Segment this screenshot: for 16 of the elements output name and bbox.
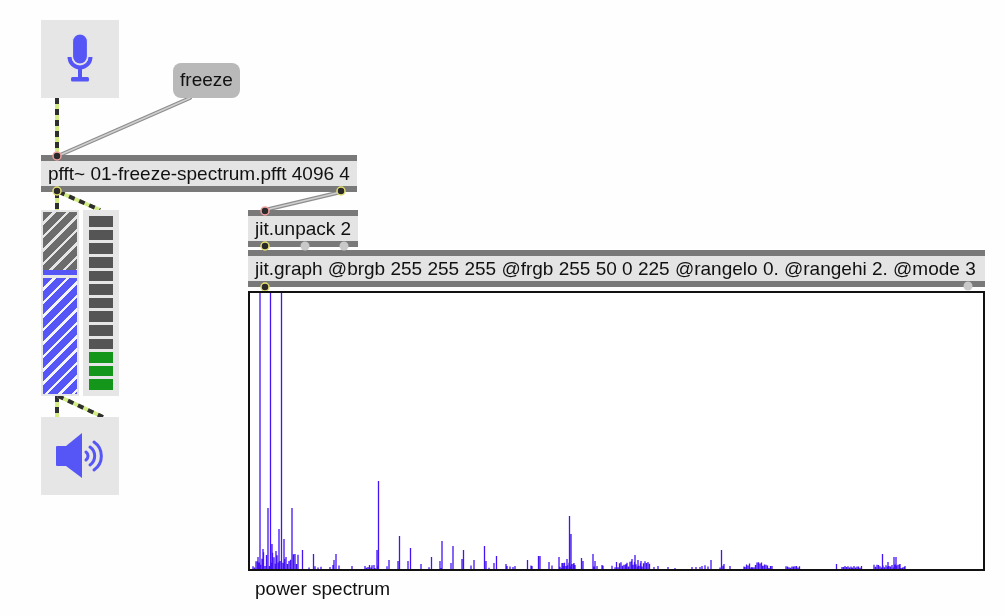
- patch-object[interactable]: pfft~ 01-freeze-spectrum.pfft 4096 4: [41, 155, 357, 192]
- caption-text: power spectrum: [255, 578, 391, 600]
- patch-object[interactable]: jit.unpack 2: [248, 210, 359, 247]
- port-icon[interactable]: [52, 151, 62, 161]
- port-icon[interactable]: [336, 186, 346, 196]
- patch-object[interactable]: jit.graph @brgb 255 255 255 @frgb 255 50 0 225 @rangelo 0. @rangehi 2. @mode 3: [248, 250, 985, 287]
- port-icon[interactable]: [260, 206, 270, 216]
- slider-thumb[interactable]: [43, 270, 77, 279]
- port-icon[interactable]: [260, 241, 270, 251]
- gain-slider[interactable]: [41, 210, 79, 396]
- message-button[interactable]: freeze: [173, 63, 240, 98]
- microphone-icon[interactable]: [41, 20, 119, 98]
- port-icon[interactable]: [260, 282, 270, 292]
- speaker-icon[interactable]: [41, 417, 119, 495]
- signal-cord: [55, 98, 59, 155]
- port-icon[interactable]: [52, 186, 62, 196]
